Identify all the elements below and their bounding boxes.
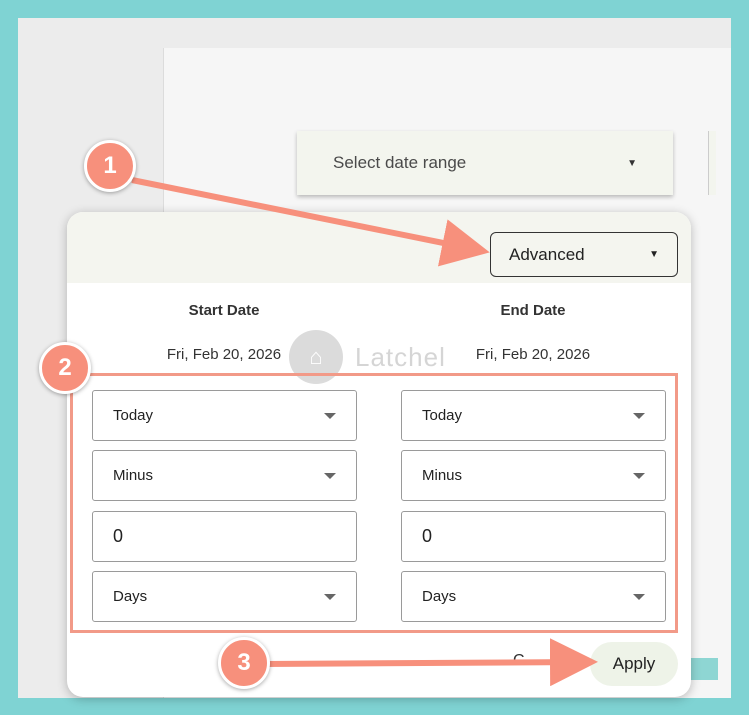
annotation-arrows [131,177,598,687]
step-1-badge: 1 [84,140,136,192]
step-2-badge: 2 [39,342,91,394]
step-3-badge: 3 [218,637,270,689]
arrow-to-apply [264,638,598,687]
arrow-to-advanced [131,177,490,267]
